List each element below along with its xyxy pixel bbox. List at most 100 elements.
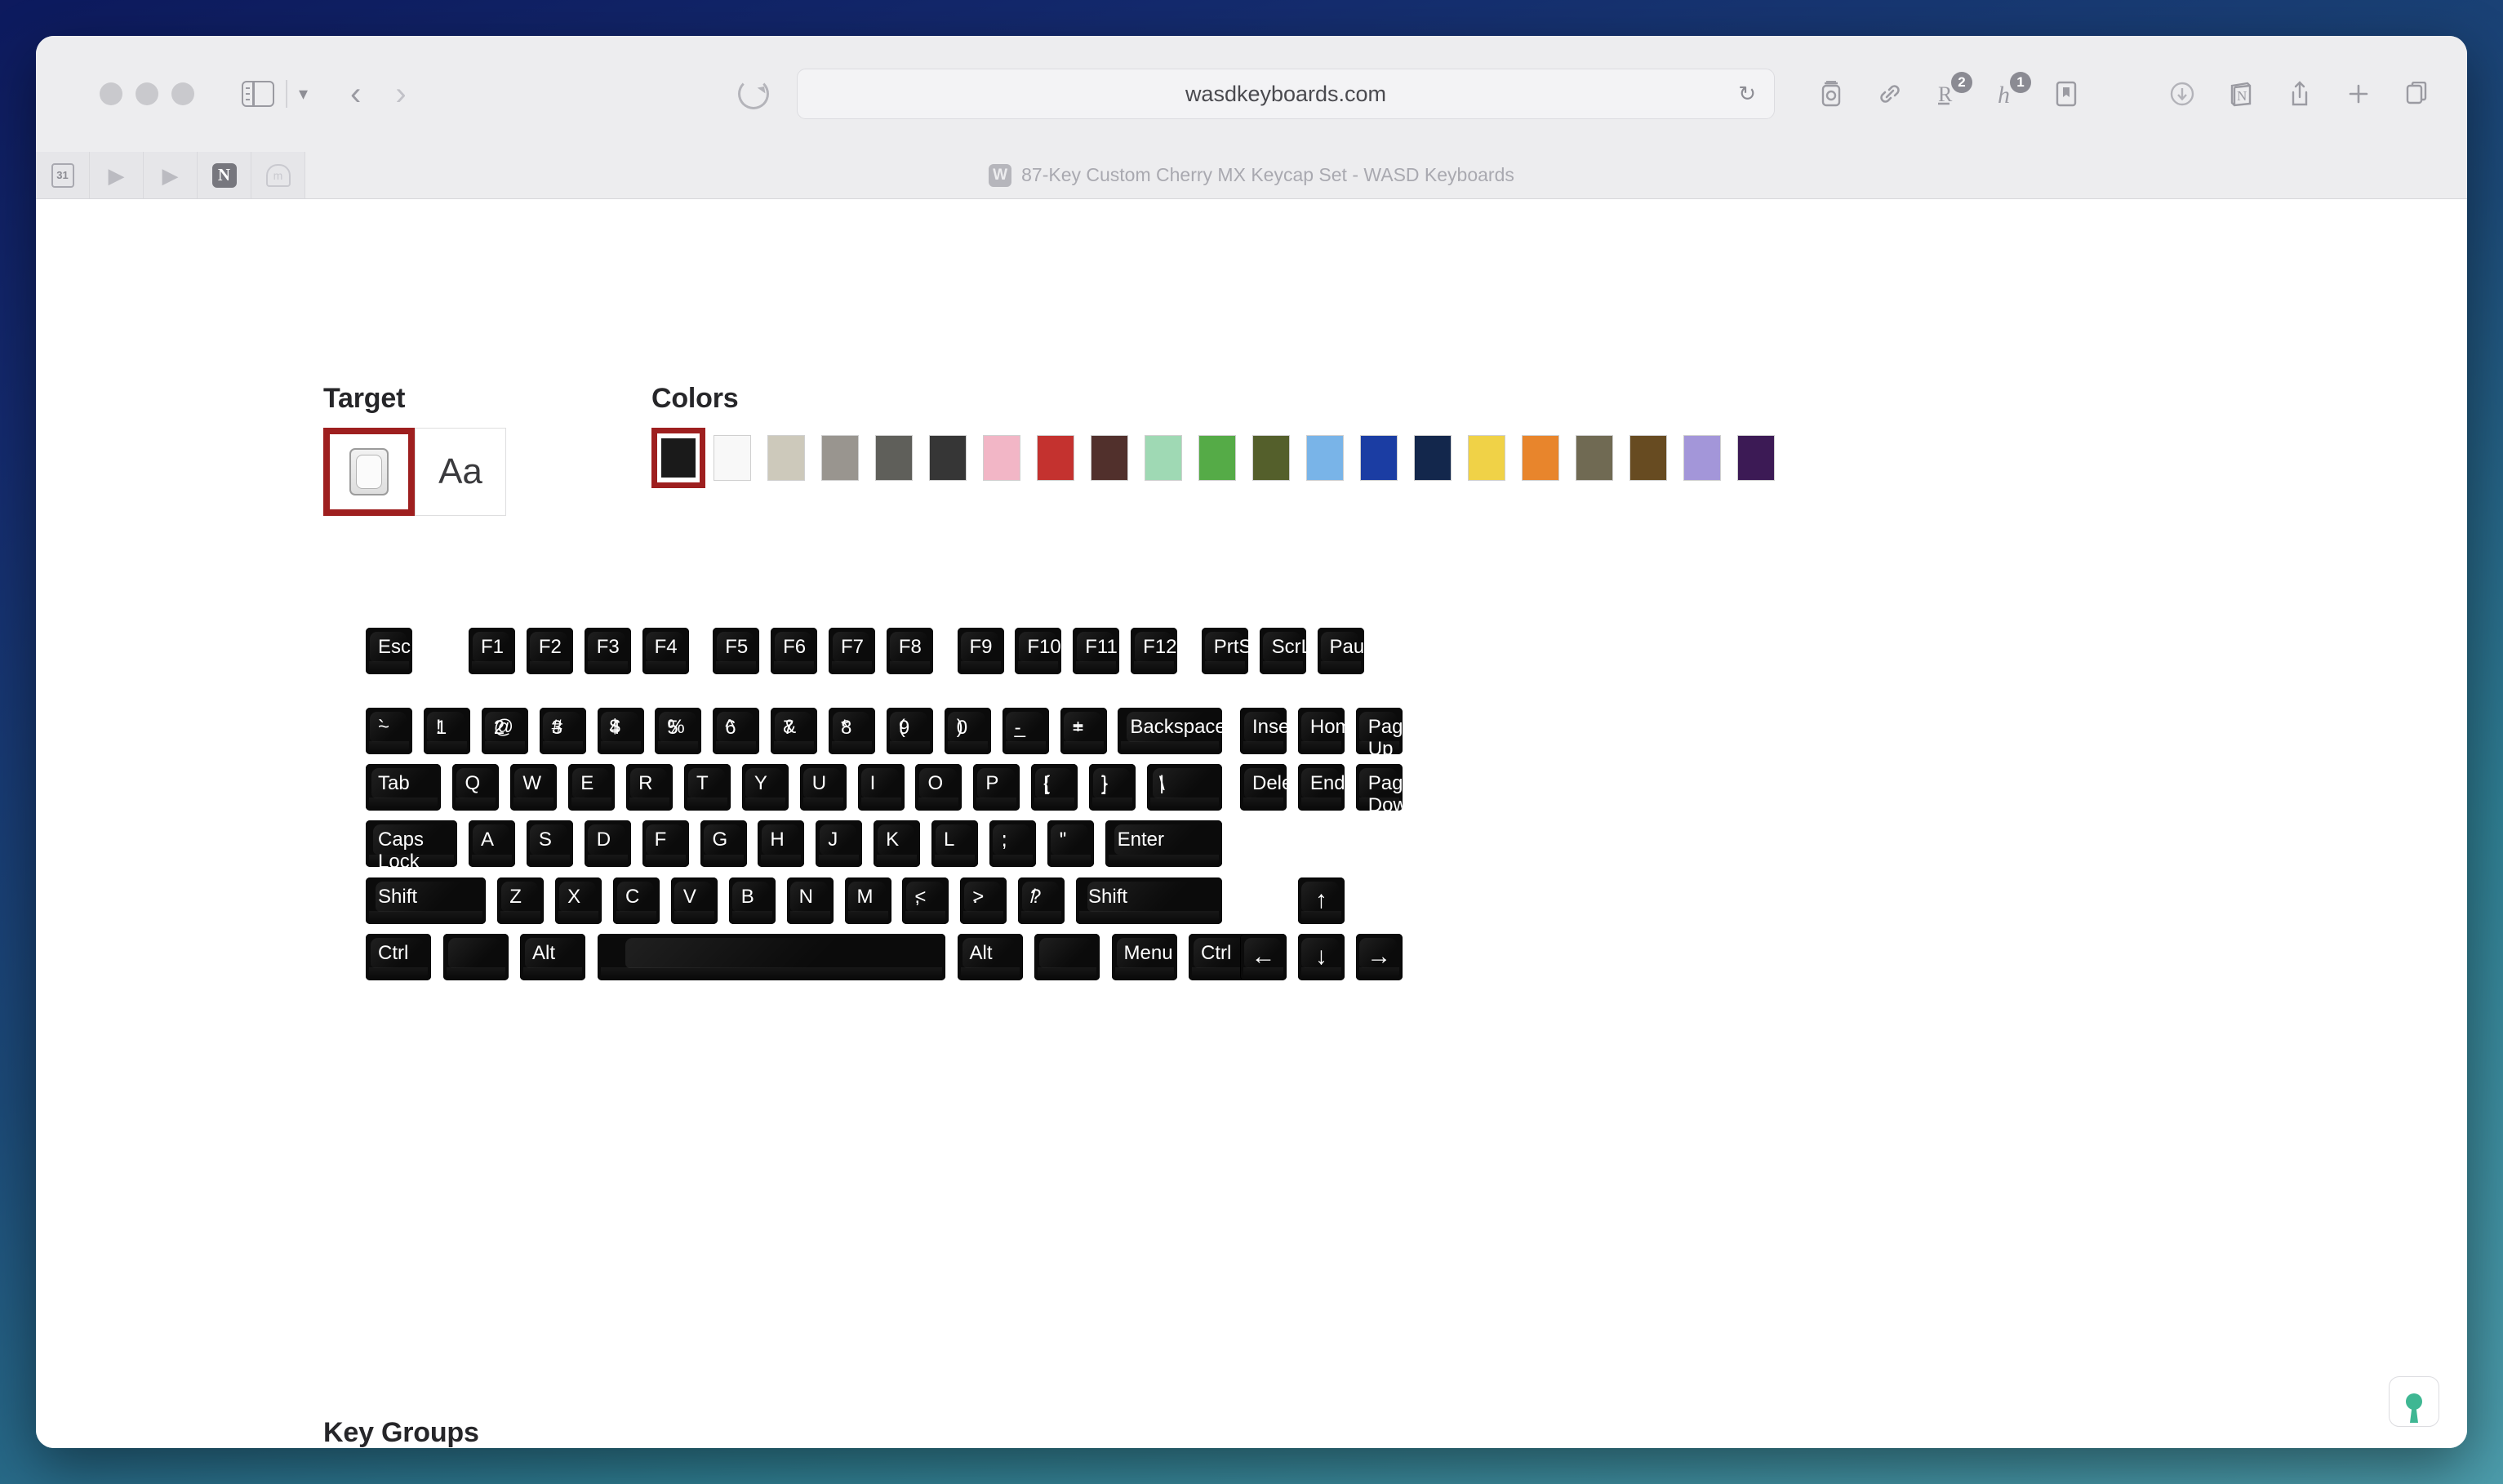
link-icon[interactable] [1873, 75, 1907, 113]
key-backspace[interactable]: Backspace [1118, 707, 1223, 754]
favorite-cube-1[interactable]: ▶ [90, 152, 144, 198]
key-i[interactable]: I [857, 763, 905, 811]
key-d[interactable]: D [584, 820, 631, 868]
color-swatch-navy[interactable] [1406, 428, 1460, 488]
favorite-mail[interactable]: m [251, 152, 305, 198]
key-pause[interactable]: Pause [1317, 628, 1364, 674]
color-swatch-white[interactable] [705, 428, 759, 488]
address-bar[interactable]: wasdkeyboards.com ↻ [797, 69, 1775, 119]
key-ctrl[interactable]: Ctrl [366, 933, 432, 980]
key-k[interactable]: K [874, 820, 921, 868]
key-blank-1-5[interactable]: % 5 [655, 707, 702, 754]
key-blank-5-5[interactable] [1034, 933, 1100, 980]
key-page-down[interactable]: Page Down [1355, 763, 1403, 811]
key-e[interactable]: E [568, 763, 616, 811]
key-w[interactable]: W [510, 763, 558, 811]
key-page-up[interactable]: Page Up [1355, 707, 1403, 754]
color-swatch-orange[interactable] [1514, 428, 1567, 488]
key-enter[interactable]: Enter [1105, 820, 1222, 868]
color-swatch-maroon[interactable] [1083, 428, 1136, 488]
key-blank-1-2[interactable]: @2 [481, 707, 528, 754]
chevron-down-icon[interactable]: ▾ [299, 85, 308, 103]
color-swatch-light-blue[interactable] [1298, 428, 1352, 488]
key-blank-5-10[interactable]: → [1355, 933, 1403, 980]
reading-list-icon[interactable] [2049, 75, 2083, 113]
key-f3[interactable]: F3 [584, 628, 631, 674]
share-icon[interactable] [2283, 75, 2317, 113]
color-swatch-gray[interactable] [813, 428, 867, 488]
key-f1[interactable]: F1 [469, 628, 515, 674]
close-window-button[interactable] [100, 82, 122, 105]
minimize-window-button[interactable] [136, 82, 158, 105]
target-option-legend[interactable]: Aa [415, 428, 506, 516]
key-m[interactable]: M [844, 877, 891, 924]
key-v[interactable]: V [670, 877, 718, 924]
key-blank-2-12[interactable]: }] [1089, 763, 1136, 811]
key-home[interactable]: Home [1297, 707, 1345, 754]
key-end[interactable]: End [1297, 763, 1345, 811]
key-alt[interactable]: Alt [520, 933, 586, 980]
color-swatch-blue[interactable] [1352, 428, 1406, 488]
color-swatch-khaki[interactable] [1567, 428, 1621, 488]
key-c[interactable]: C [613, 877, 660, 924]
key-u[interactable]: U [799, 763, 847, 811]
color-swatch-brown[interactable] [1621, 428, 1675, 488]
key-g[interactable]: G [700, 820, 747, 868]
color-swatch-dark-gray[interactable] [867, 428, 921, 488]
key-f11[interactable]: F11 [1073, 628, 1120, 674]
key-blank-4-8[interactable]: <, [902, 877, 949, 924]
url-reload-icon[interactable]: ↻ [1738, 82, 1756, 107]
color-swatch-purple[interactable] [1729, 428, 1783, 488]
hypothesis-icon[interactable]: h 1 [1990, 72, 2031, 113]
key-blank-1-3[interactable]: #3 [539, 707, 586, 754]
key-f7[interactable]: F7 [829, 628, 875, 674]
key-blank-5-3[interactable] [597, 933, 946, 980]
key-blank-4-10[interactable]: ? / [1018, 877, 1065, 924]
key-menu[interactable]: Menu [1111, 933, 1177, 980]
key-tab[interactable]: Tab [366, 763, 442, 811]
key-blank-1-1[interactable]: ! 1 [423, 707, 470, 754]
key-blank-2-11[interactable]: {[ [1031, 763, 1078, 811]
key-blank-2-13[interactable]: | \ [1146, 763, 1223, 811]
color-swatch-olive[interactable] [1244, 428, 1298, 488]
privacy-report-icon[interactable] [1814, 75, 1848, 113]
key-o[interactable]: O [915, 763, 963, 811]
key-caps-lock[interactable]: Caps Lock [366, 820, 457, 868]
key-h[interactable]: H [758, 820, 805, 868]
key-j[interactable]: J [816, 820, 863, 868]
key-blank-5-1[interactable] [442, 933, 509, 980]
key-f12[interactable]: F12 [1131, 628, 1178, 674]
key-n[interactable]: N [786, 877, 834, 924]
key-f9[interactable]: F9 [957, 628, 1004, 674]
key-blank-3-10[interactable]: :; [989, 820, 1036, 868]
notion-icon[interactable]: N [2224, 75, 2258, 113]
key-scrlk[interactable]: ScrLk [1259, 628, 1306, 674]
key-z[interactable]: Z [497, 877, 545, 924]
color-swatch-red[interactable] [1029, 428, 1083, 488]
key-blank-1-11[interactable]: _ - [1002, 707, 1049, 754]
new-tab-icon[interactable] [2341, 75, 2376, 113]
key-f[interactable]: F [642, 820, 689, 868]
color-swatch-lavender[interactable] [1675, 428, 1729, 488]
raindrop-icon[interactable]: R 2 [1932, 72, 1972, 113]
key-q[interactable]: Q [452, 763, 500, 811]
key-l[interactable]: L [931, 820, 978, 868]
key-y[interactable]: Y [741, 763, 789, 811]
color-swatch-green[interactable] [1190, 428, 1244, 488]
key-x[interactable]: X [555, 877, 602, 924]
key-insert[interactable]: Insert [1240, 707, 1287, 754]
tab-overview-icon[interactable] [2400, 75, 2434, 113]
downloads-icon[interactable] [2165, 75, 2199, 113]
key-f10[interactable]: F10 [1015, 628, 1062, 674]
color-swatch-black[interactable] [651, 428, 705, 488]
key-blank-1-6[interactable]: ^ 6 [713, 707, 760, 754]
key-blank-3-11[interactable]: " ' [1047, 820, 1094, 868]
key-blank-1-9[interactable]: (9 [886, 707, 933, 754]
key-b[interactable]: B [728, 877, 776, 924]
key-f8[interactable]: F8 [886, 628, 933, 674]
key-alt[interactable]: Alt [957, 933, 1023, 980]
favorite-notion[interactable]: N [198, 152, 251, 198]
key-blank-4-12[interactable]: ↑ [1297, 877, 1345, 924]
forward-arrow-icon[interactable]: › [395, 78, 406, 110]
color-swatch-beige[interactable] [759, 428, 813, 488]
